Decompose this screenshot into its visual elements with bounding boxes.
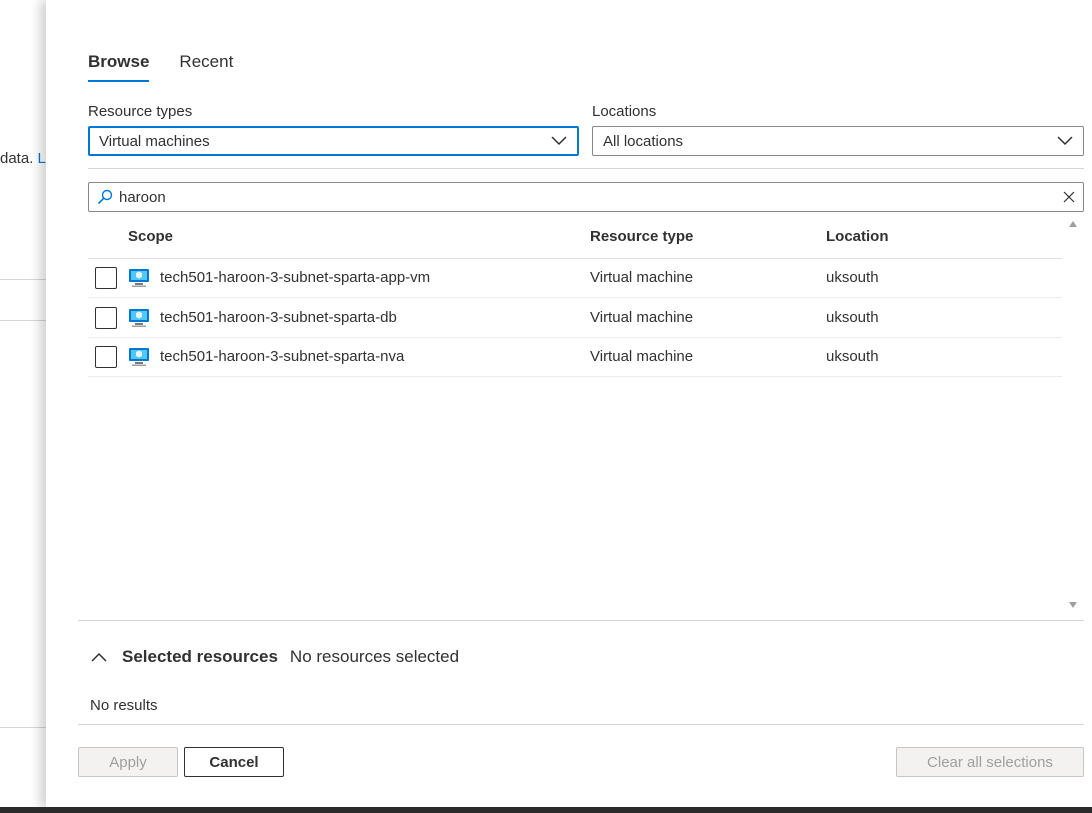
tab-browse[interactable]: Browse [88,52,150,82]
table-header: Scope Resource type Location [88,226,1062,259]
row-resource-type: Virtual machine [590,269,694,286]
search-input[interactable]: haroon [119,189,166,206]
scroll-up-arrow-icon[interactable] [1068,220,1078,228]
background-divider [0,279,46,280]
chevron-down-icon [1057,136,1073,146]
background-divider [0,727,46,728]
scroll-down-arrow-icon[interactable] [1068,601,1078,609]
column-header-location[interactable]: Location [826,228,889,245]
table-row[interactable]: tech501-haroon-3-subnet-sparta-app-vm Vi… [88,258,1062,298]
resource-types-value: Virtual machines [99,132,210,150]
table-row[interactable]: tech501-haroon-3-subnet-sparta-db Virtua… [88,298,1062,338]
tab-bar: Browse Recent [88,52,233,82]
background-page: data. Lo [0,0,46,807]
locations-value: All locations [603,132,684,150]
clear-search-icon[interactable] [1063,191,1075,203]
virtual-machine-icon [129,309,149,327]
selected-resources-status: No resources selected [289,647,460,666]
row-location: uksouth [826,309,879,326]
resource-types-dropdown[interactable]: Virtual machines [88,126,579,156]
search-box[interactable]: haroon [88,182,1084,212]
selected-resources-header[interactable]: Selected resources No resources selected [90,647,459,667]
apply-button[interactable]: Apply [78,747,178,777]
background-text-fragment: data. [0,150,34,167]
no-results-text: No results [90,697,158,714]
clear-all-selections-button[interactable]: Clear all selections [896,747,1084,777]
row-resource-type: Virtual machine [590,309,694,326]
row-scope: tech501-haroon-3-subnet-sparta-nva [160,348,405,365]
selected-resources-section: Selected resources No resources selected… [78,620,1084,725]
row-resource-type: Virtual machine [590,348,694,365]
virtual-machine-icon [129,269,149,287]
tab-recent[interactable]: Recent [179,52,233,82]
row-scope: tech501-haroon-3-subnet-sparta-db [160,309,397,326]
background-divider [0,320,46,321]
locations-dropdown[interactable]: All locations [592,126,1084,156]
locations-label: Locations [592,103,657,120]
table-scrollbar[interactable] [1064,216,1082,614]
row-location: uksouth [826,269,879,286]
row-checkbox[interactable] [95,307,117,329]
virtual-machine-icon [129,348,149,366]
row-location: uksouth [826,348,879,365]
column-header-resource-type[interactable]: Resource type [590,228,693,245]
filter-divider [88,168,1084,169]
row-checkbox[interactable] [95,267,117,289]
search-icon [97,189,113,205]
chevron-down-icon [551,136,567,146]
taskbar-edge [0,807,1092,813]
scope-picker-panel: Browse Recent Resource types Virtual mac… [46,0,1092,807]
row-checkbox[interactable] [95,346,117,368]
resource-types-label: Resource types [88,103,193,120]
cancel-button[interactable]: Cancel [184,747,284,777]
background-link[interactable]: Lo [38,150,46,167]
column-header-scope[interactable]: Scope [128,228,173,245]
background-text: data. Lo [0,150,46,167]
row-scope: tech501-haroon-3-subnet-sparta-app-vm [160,269,431,286]
selected-resources-title: Selected resources [122,647,278,666]
page: data. Lo Browse Recent Resource types Vi… [0,0,1092,813]
chevron-up-icon[interactable] [90,651,108,663]
table-row[interactable]: tech501-haroon-3-subnet-sparta-nva Virtu… [88,337,1062,377]
